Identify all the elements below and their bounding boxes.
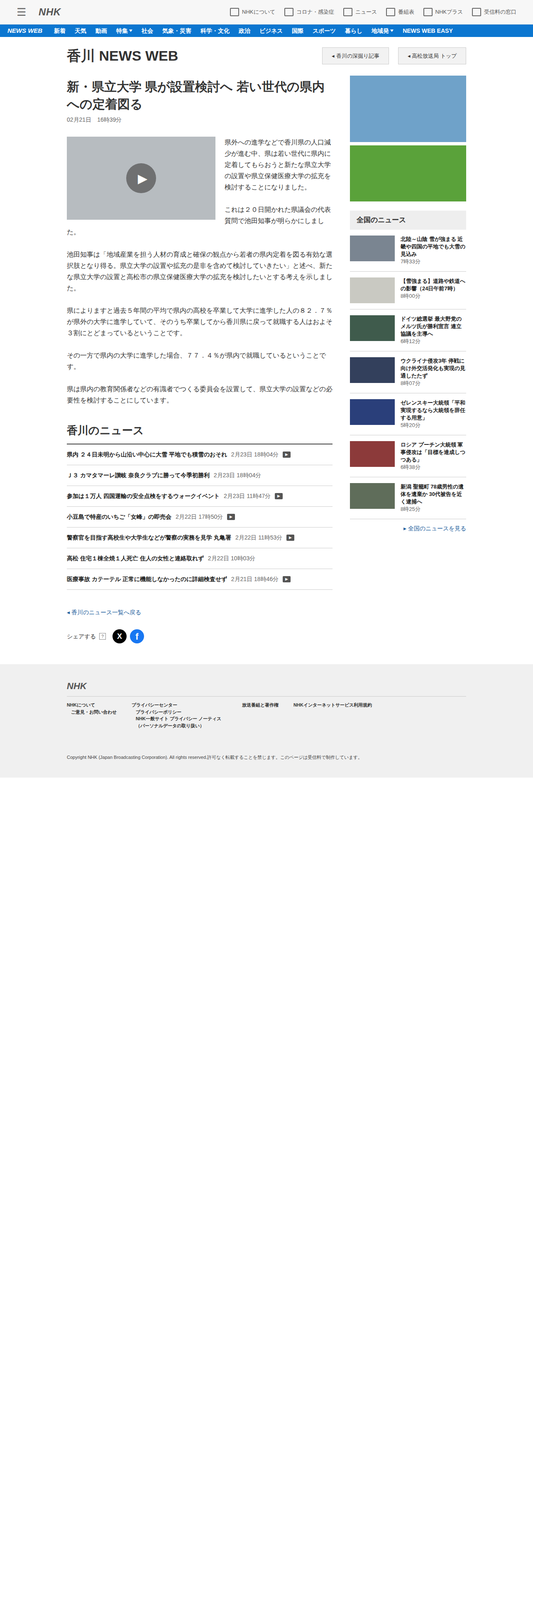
copyright: Copyright NHK (Japan Broadcasting Corpor… (66, 753, 467, 761)
banner-map[interactable] (349, 75, 467, 142)
nav-item[interactable]: スポーツ (312, 26, 336, 36)
news-thumbnail (349, 440, 395, 467)
nav-item[interactable]: 特集 (116, 26, 133, 36)
article-title: 新・県立大学 県が設置検討へ 若い世代の県内への定着図る (66, 78, 333, 113)
more-news-link[interactable]: ▸ 全国のニュースを見る (349, 523, 467, 533)
video-icon: ▶ (282, 451, 291, 458)
menu-icon[interactable]: ☰ (16, 4, 27, 21)
link-icon (229, 7, 240, 17)
footer-link[interactable]: NHK一般サイト プライバシー ノーティス（パーソナルデータの取り扱い） (131, 714, 228, 729)
nav-item[interactable]: 地域発 (371, 26, 394, 36)
video-icon: ▶ (227, 513, 235, 521)
video-thumbnail[interactable]: ▶ (66, 136, 216, 220)
header-link[interactable]: 番組表 (386, 7, 415, 17)
local-news-item[interactable]: 県内 ２４日未明から山沿い中心に大雪 平地でも積雪のおそれ2月23日 18時04… (66, 444, 333, 465)
news-thumbnail (349, 356, 395, 383)
local-news-item[interactable]: 医療事故 カテーテル 正常に機能しなかったのに詳細検査せず2月21日 18時46… (66, 568, 333, 590)
nhk-logo[interactable]: NHK (38, 4, 62, 20)
header-link[interactable]: コロナ・感染症 (284, 7, 335, 17)
header-link[interactable]: 受信料の窓口 (471, 7, 517, 17)
article-date: 02月21日 16時39分 (66, 115, 333, 125)
footer-link[interactable]: 放送番組と著作権 (242, 701, 279, 709)
article-paragraph: その一方で県内の大学に進学した場合、７７．４％が県内で就職しているということです… (66, 349, 333, 372)
article-paragraph: 池田知事は「地域産業を担う人材の育成と確保の観点から若者の県内定着を図る有効な選… (66, 248, 333, 294)
facebook-share-button[interactable]: f (129, 628, 145, 644)
nav-bar: NEWS WEB 新着天気動画特集社会気象・災害科学・文化政治ビジネス国際スポーツ… (0, 24, 533, 37)
article-body: ▶県外への進学などで香川県の人口減少が進む中、県は若い世代に県内に定着してもらお… (66, 136, 333, 406)
sidebar-news-item[interactable]: 北陸～山陰 雪が強まる 近畿や四国の平地でも大雪の見込み7時33分 (349, 229, 467, 272)
header-link[interactable]: NHKプラス (423, 7, 463, 17)
page-title-row: 香川 NEWS WEB◂ 香川の深掘り記事◂ 高松放送局 トップ (66, 36, 467, 74)
nav-item[interactable]: 動画 (95, 26, 108, 36)
link-icon (386, 7, 396, 17)
nav-item[interactable]: 気象・災害 (162, 26, 192, 36)
footer-column: NHKについてご意見・お問い合わせ (66, 701, 117, 729)
footer-column: プライバシーセンタープライバシーポリシーNHK一般サイト プライバシー ノーティ… (131, 701, 228, 729)
sidebar-news-item[interactable]: ゼレンスキー大統領「平和実現するなら大統領を辞任する用意」5時20分 (349, 393, 467, 436)
video-icon: ▶ (282, 575, 291, 583)
sidebar-news-item[interactable]: 新潟 聖籠町 78歳男性の遺体を遺棄か 30代被告を近く逮捕へ8時25分 (349, 476, 467, 519)
news-web-logo[interactable]: NEWS WEB (7, 26, 43, 36)
article-paragraph: 県は県内の教育関係者などの有識者でつくる委員会を設置して、県立大学の設置などの必… (66, 383, 333, 406)
sidebar-news-item[interactable]: ドイツ総選挙 最大野党のメルツ氏が勝利宣言 連立協議を主導へ6時12分 (349, 309, 467, 352)
nav-item[interactable]: 政治 (238, 26, 251, 36)
link-icon (423, 7, 433, 17)
nav-item[interactable]: 天気 (74, 26, 87, 36)
chevron-icon (390, 29, 394, 32)
page: ☰NHKNHKについてコロナ・感染症ニュース番組表NHKプラス受信料の窓口NEW… (0, 0, 533, 1599)
video-icon: ▶ (274, 492, 283, 500)
footer-link[interactable]: プライバシーセンター (131, 701, 228, 709)
nav-item[interactable]: 暮らし (344, 26, 363, 36)
header-link[interactable]: NHKについて (229, 7, 275, 17)
share-row: シェアする?Xf (66, 628, 333, 644)
footer-link[interactable]: NHKインターネットサービス利用規約 (293, 701, 372, 709)
nav-item[interactable]: 社会 (141, 26, 154, 36)
nav-item[interactable]: 科学・文化 (200, 26, 230, 36)
news-thumbnail (349, 398, 395, 425)
local-news-item[interactable]: Ｊ３ カマタマーレ讃岐 奈良クラブに勝って今季初勝利2月23日 18時04分 (66, 464, 333, 486)
footer-link[interactable]: NHKについて (66, 701, 117, 709)
section-button[interactable]: ◂ 香川の深掘り記事 (322, 47, 389, 65)
news-thumbnail (349, 482, 395, 509)
banner-kagawa[interactable] (349, 145, 467, 202)
news-thumbnail (349, 315, 395, 341)
sidebar-news-item[interactable]: 【雪強まる】道路や鉄道への影響（24日午前7時）8時00分 (349, 271, 467, 310)
local-news-heading: 香川のニュース (66, 422, 333, 445)
news-thumbnail (349, 235, 395, 262)
sidebar-heading: 全国のニュース (349, 210, 467, 230)
news-thumbnail (349, 277, 395, 304)
footer-link[interactable]: プライバシーポリシー (131, 708, 228, 716)
help-icon[interactable]: ? (99, 632, 106, 640)
play-icon[interactable]: ▶ (126, 163, 157, 194)
section-button[interactable]: ◂ 高松放送局 トップ (398, 47, 467, 65)
link-icon (343, 7, 353, 17)
link-icon (471, 7, 482, 17)
sidebar-news-item[interactable]: ロシア プーチン大統領 軍事侵攻は「目標を達成しつつある」6時38分 (349, 435, 467, 477)
local-news-item[interactable]: 参加は１万人 四国運輸の安全点検をするウォークイベント2月23日 11時47分▶ (66, 485, 333, 507)
local-news-item[interactable]: 高松 住宅１棟全焼１人死亡 住人の女性と連絡取れず2月22日 10時03分 (66, 547, 333, 569)
back-link[interactable]: ◂ 香川のニュース一覧へ戻る (66, 607, 333, 617)
link-icon (284, 7, 294, 17)
article-paragraph: 県によりますと過去５年間の平均で県内の高校を卒業して大学に進学した人の８２．７％… (66, 304, 333, 339)
local-news-item[interactable]: 小豆島で特産のいちご「女峰」の即売会2月22日 17時50分▶ (66, 506, 333, 528)
nav-item[interactable]: 国際 (291, 26, 304, 36)
top-header: ☰ NHK NHKについてコロナ・感染症ニュース番組表 NHKプラス受信料の窓口 (0, 0, 533, 25)
sidebar-news-item[interactable]: ウクライナ侵攻3年 停戦に向け外交活発化も実現の見通したたず8時07分 (349, 351, 467, 394)
footer: NHKNHKについてご意見・お問い合わせプライバシーセンタープライバシーポリシー… (0, 663, 533, 778)
nav-item[interactable]: ビジネス (259, 26, 283, 36)
nav-item[interactable]: NEWS WEB EASY (402, 26, 453, 36)
header-link[interactable]: ニュース (343, 7, 377, 17)
footer-link[interactable]: ご意見・お問い合わせ (66, 708, 117, 716)
footer-column: NHKインターネットサービス利用規約 (293, 701, 372, 729)
footer-column: 放送番組と著作権 (242, 701, 279, 729)
local-news-item[interactable]: 警察官を目指す高校生や大学生などが警察の実務を見学 丸亀署2月22日 11時53… (66, 527, 333, 548)
sidebar: 全国のニュース北陸～山陰 雪が強まる 近畿や四国の平地でも大雪の見込み7時33分… (349, 73, 467, 660)
x-share-button[interactable]: X (112, 628, 127, 644)
nav-item[interactable]: 新着 (53, 26, 66, 36)
video-icon: ▶ (286, 534, 295, 541)
chevron-icon (129, 29, 133, 32)
footer-logo[interactable]: NHK (66, 678, 467, 697)
main-column: 新・県立大学 県が設置検討へ 若い世代の県内への定着図る 02月21日 16時39… (66, 73, 333, 660)
